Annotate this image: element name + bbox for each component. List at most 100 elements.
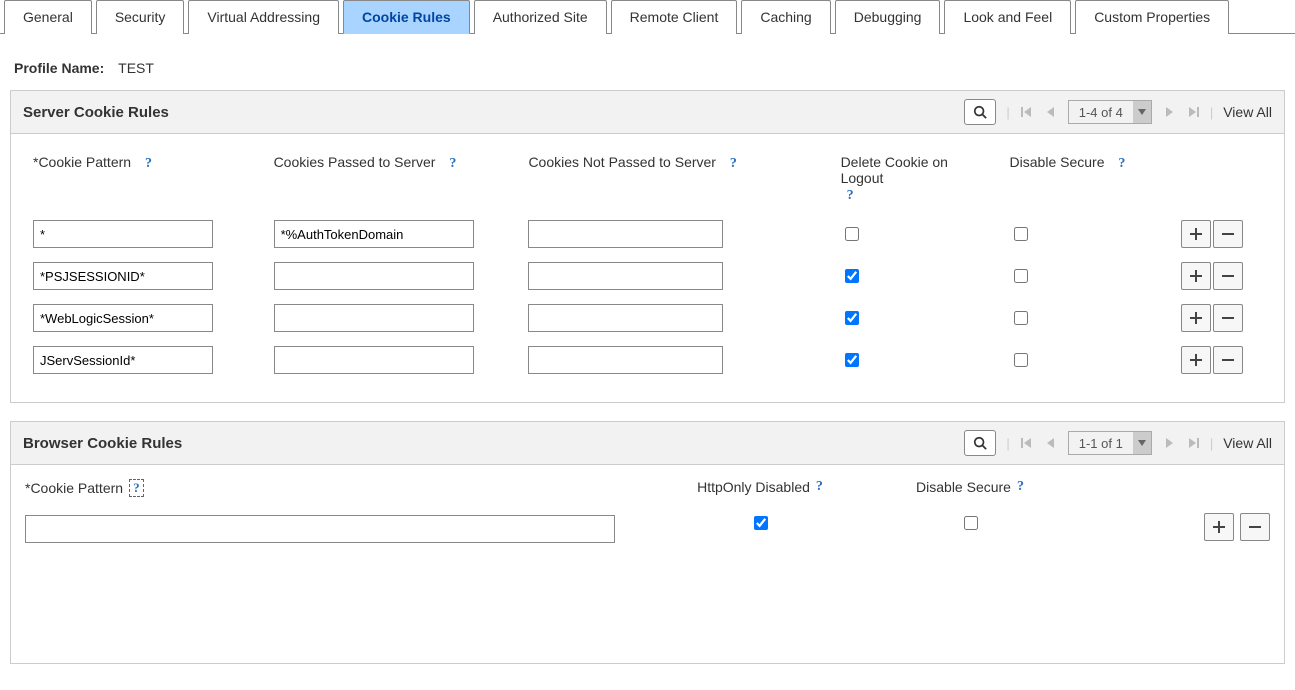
cookies-not-passed-input[interactable] (528, 304, 723, 332)
cookie-pattern-input[interactable] (33, 346, 213, 374)
delete-row-button[interactable] (1213, 262, 1243, 290)
delete-row-button[interactable] (1213, 304, 1243, 332)
first-page-icon (1021, 106, 1033, 118)
cookies-passed-input[interactable] (274, 304, 474, 332)
last-page-button[interactable] (1186, 436, 1200, 450)
httponly-disabled-checkbox[interactable] (754, 516, 768, 530)
delete-row-button[interactable] (1240, 513, 1270, 541)
prev-page-button[interactable] (1044, 436, 1058, 450)
separator: | (1210, 105, 1213, 120)
add-row-button[interactable] (1181, 220, 1211, 248)
delete-on-logout-checkbox[interactable] (845, 269, 859, 283)
page-content: Profile Name: TEST Server Cookie Rules |… (0, 34, 1295, 690)
chevron-right-icon (1164, 437, 1174, 449)
add-row-button[interactable] (1181, 304, 1211, 332)
first-page-button[interactable] (1020, 105, 1034, 119)
tab-general[interactable]: General (4, 0, 92, 34)
table-row (27, 258, 1268, 298)
tab-strip: General Security Virtual Addressing Cook… (0, 0, 1295, 34)
cookies-not-passed-input[interactable] (528, 220, 723, 248)
col-httponly-disabled: HttpOnly Disabled (697, 479, 810, 495)
last-page-icon (1187, 106, 1199, 118)
cookies-passed-input[interactable] (274, 262, 474, 290)
chevron-down-icon (1138, 109, 1146, 115)
chevron-left-icon (1046, 106, 1056, 118)
minus-icon (1221, 311, 1235, 325)
tab-virtual-addressing[interactable]: Virtual Addressing (188, 0, 339, 34)
browser-cookie-pattern-input[interactable] (25, 515, 615, 543)
cookies-passed-input[interactable] (274, 346, 474, 374)
disable-secure-checkbox[interactable] (1014, 353, 1028, 367)
help-icon[interactable]: ? (449, 156, 456, 171)
tab-caching[interactable]: Caching (741, 0, 830, 34)
browser-grid-header: Browser Cookie Rules | 1-1 of 1 (11, 422, 1284, 465)
next-page-button[interactable] (1162, 105, 1176, 119)
profile-name-value: TEST (118, 60, 154, 76)
delete-row-button[interactable] (1213, 346, 1243, 374)
help-icon[interactable]: ? (145, 156, 152, 171)
tab-remote-client[interactable]: Remote Client (611, 0, 738, 34)
cookie-pattern-input[interactable] (33, 220, 213, 248)
col-cookie-pattern: *Cookie Pattern (33, 154, 135, 170)
help-icon[interactable]: ? (847, 188, 854, 203)
table-row (27, 216, 1268, 256)
cookies-not-passed-input[interactable] (528, 346, 723, 374)
page-range-select[interactable]: 1-1 of 1 (1068, 431, 1152, 455)
cookies-not-passed-input[interactable] (528, 262, 723, 290)
page-range-dropdown[interactable] (1133, 101, 1151, 123)
search-button[interactable] (964, 99, 996, 125)
minus-icon (1221, 227, 1235, 241)
add-row-button[interactable] (1181, 262, 1211, 290)
browser-cookie-rules-grid: Browser Cookie Rules | 1-1 of 1 (10, 421, 1285, 664)
search-button[interactable] (964, 430, 996, 456)
help-icon[interactable]: ? (1017, 479, 1024, 495)
add-row-button[interactable] (1181, 346, 1211, 374)
server-cookie-table: *Cookie Pattern ? Cookies Passed to Serv… (25, 148, 1270, 384)
help-icon[interactable]: ? (1118, 156, 1125, 171)
disable-secure-checkbox[interactable] (1014, 227, 1028, 241)
table-row (27, 300, 1268, 340)
server-grid-header: Server Cookie Rules | 1-4 of 4 (11, 91, 1284, 134)
help-icon[interactable]: ? (816, 479, 823, 495)
page-range-text: 1-1 of 1 (1069, 436, 1133, 451)
tab-cookie-rules[interactable]: Cookie Rules (343, 0, 470, 34)
search-icon (973, 105, 987, 119)
delete-on-logout-checkbox[interactable] (845, 353, 859, 367)
col-cookies-not-passed: Cookies Not Passed to Server (528, 154, 720, 170)
disable-secure-checkbox[interactable] (1014, 269, 1028, 283)
browser-grid-nav: | 1-1 of 1 | (964, 430, 1272, 456)
col-browser-cookie-pattern: *Cookie Pattern (25, 480, 123, 496)
tab-authorized-site[interactable]: Authorized Site (474, 0, 607, 34)
delete-on-logout-checkbox[interactable] (845, 227, 859, 241)
page-range-select[interactable]: 1-4 of 4 (1068, 100, 1152, 124)
first-page-button[interactable] (1020, 436, 1034, 450)
help-icon[interactable]: ? (129, 479, 144, 497)
disable-secure-checkbox[interactable] (1014, 311, 1028, 325)
cookie-pattern-input[interactable] (33, 304, 213, 332)
browser-grid-body: *Cookie Pattern ? HttpOnly Disabled ? Di… (11, 465, 1284, 663)
plus-icon (1189, 353, 1203, 367)
server-cookie-rules-grid: Server Cookie Rules | 1-4 of 4 (10, 90, 1285, 403)
tab-debugging[interactable]: Debugging (835, 0, 941, 34)
separator: | (1006, 105, 1009, 120)
view-all-link[interactable]: View All (1223, 435, 1272, 451)
page-range-text: 1-4 of 4 (1069, 105, 1133, 120)
tab-security[interactable]: Security (96, 0, 185, 34)
delete-row-button[interactable] (1213, 220, 1243, 248)
plus-icon (1189, 269, 1203, 283)
tab-custom-properties[interactable]: Custom Properties (1075, 0, 1229, 34)
browser-disable-secure-checkbox[interactable] (964, 516, 978, 530)
next-page-button[interactable] (1162, 436, 1176, 450)
cookie-pattern-input[interactable] (33, 262, 213, 290)
page-range-dropdown[interactable] (1133, 432, 1151, 454)
add-row-button[interactable] (1204, 513, 1234, 541)
last-page-button[interactable] (1186, 105, 1200, 119)
plus-icon (1189, 227, 1203, 241)
delete-on-logout-checkbox[interactable] (845, 311, 859, 325)
cookies-passed-input[interactable] (274, 220, 474, 248)
view-all-link[interactable]: View All (1223, 104, 1272, 120)
prev-page-button[interactable] (1044, 105, 1058, 119)
tab-look-and-feel[interactable]: Look and Feel (944, 0, 1071, 34)
help-icon[interactable]: ? (730, 156, 737, 171)
minus-icon (1221, 353, 1235, 367)
